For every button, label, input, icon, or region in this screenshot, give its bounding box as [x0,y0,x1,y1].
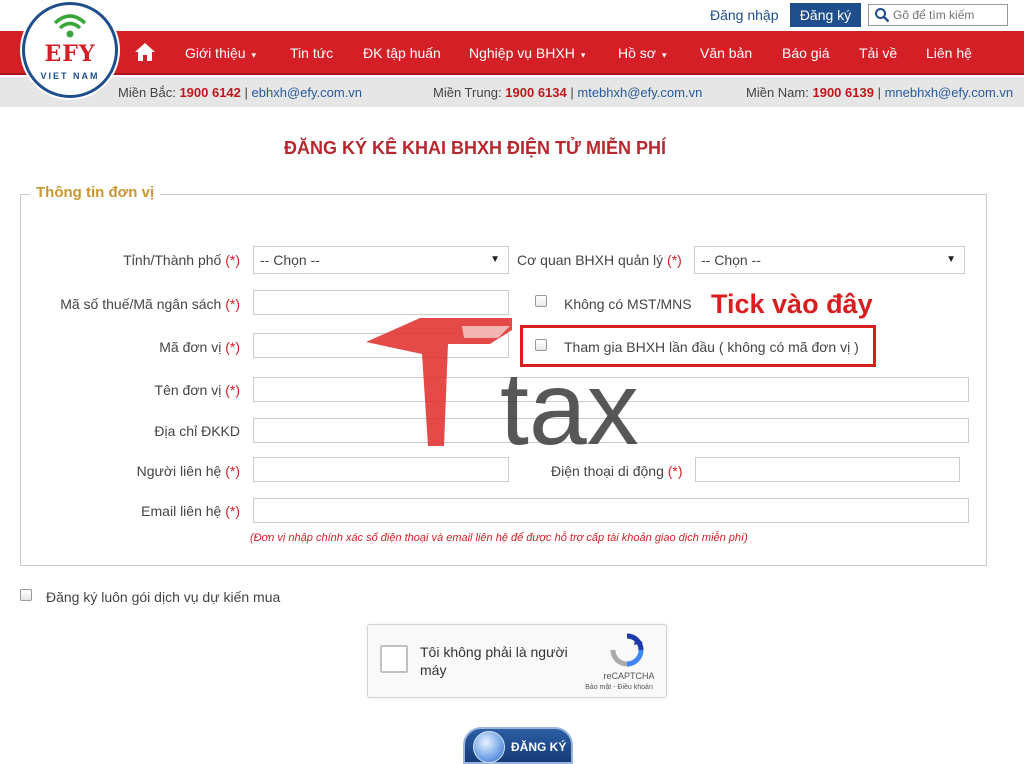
nav-bao-gia[interactable]: Báo giá [782,31,829,75]
address-input[interactable] [253,418,969,443]
province-select[interactable]: -- Chọn -- ▼ [253,246,509,274]
mobile-label: Điện thoại di động (*) [551,463,683,479]
hotline-bar: Miền Bắc: 1900 6142 | ebhxh@efy.com.vn M… [0,77,1024,107]
recaptcha-logo-icon [610,633,644,667]
recaptcha-label: Tôi không phải là người máy [420,644,568,678]
login-link[interactable]: Đăng nhập [710,7,779,23]
email-label: Email liên hệ (*) [141,503,240,519]
first-time-checkbox[interactable] [535,339,547,351]
chevron-down-icon: ▾ [580,50,586,60]
efy-logo[interactable]: EFY VIET NAM [22,2,118,98]
nav-van-ban[interactable]: Văn bản [700,31,752,75]
unit-code-input[interactable] [253,333,509,358]
unit-name-label: Tên đơn vị (*) [154,382,240,398]
first-time-label: Tham gia BHXH lần đầu ( không có mã đơn … [564,339,859,355]
hotline-south: Miền Nam: 1900 6139 | mnebhxh@efy.com.vn [746,85,1014,100]
email-input[interactable] [253,498,969,523]
dropdown-arrow-icon: ▼ [490,254,500,265]
nav-gioi-thieu[interactable]: Giới thiệu ▾ [185,31,256,75]
agency-label: Cơ quan BHXH quản lý (*) [517,252,682,268]
chevron-down-icon: ▾ [251,50,257,60]
mobile-input[interactable] [695,457,960,482]
globe-icon [473,731,505,763]
contact-input[interactable] [253,457,509,482]
home-icon[interactable] [134,42,156,62]
contact-label: Người liên hệ (*) [136,463,240,479]
no-tax-label: Không có MST/MNS [564,296,692,312]
email-link[interactable]: ebhxh@efy.com.vn [252,85,363,100]
nav-tai-ve[interactable]: Tải về [859,31,897,75]
agency-select[interactable]: -- Chọn -- ▼ [694,246,965,274]
recaptcha-checkbox[interactable] [380,645,408,673]
search-box[interactable] [868,4,1008,26]
recaptcha-brand: reCAPTCHA [603,671,655,681]
nav-tin-tuc[interactable]: Tin tức [290,31,333,75]
unit-name-input[interactable] [253,377,969,402]
unit-code-label: Mã đơn vị (*) [159,339,240,355]
dropdown-arrow-icon: ▼ [946,254,956,265]
submit-button[interactable]: ĐĂNG KÝ [463,727,573,764]
main-nav: Giới thiệu ▾ Tin tức ĐK tập huấn Nghiệp v… [0,31,1024,75]
nav-lien-he[interactable]: Liên hệ [926,31,972,75]
service-label: Đăng ký luôn gói dịch vụ dự kiến mua [46,589,281,605]
chevron-down-icon: ▾ [661,50,667,60]
province-label: Tỉnh/Thành phố (*) [123,252,240,268]
service-checkbox[interactable] [20,589,32,601]
email-link[interactable]: mnebhxh@efy.com.vn [885,85,1014,100]
register-button[interactable]: Đăng ký [790,3,861,27]
wifi-icon [53,14,87,38]
no-tax-checkbox[interactable] [535,295,547,307]
search-input[interactable] [893,6,1005,24]
form-note: (Đơn vị nhập chính xác số điện thoại và … [250,532,748,544]
hotline-north: Miền Bắc: 1900 6142 | ebhxh@efy.com.vn [118,85,363,100]
nav-ho-so[interactable]: Hồ sơ ▾ [618,31,667,75]
hotline-central: Miền Trung: 1900 6134 | mtebhxh@efy.com.… [433,85,703,100]
address-label: Địa chỉ ĐKKD [154,423,240,439]
nav-dk-tap-huan[interactable]: ĐK tập huấn [363,31,441,75]
email-link[interactable]: mtebhxh@efy.com.vn [577,85,702,100]
recaptcha-widget: Tôi không phải là người máy reCAPTCHA Bả… [367,624,667,698]
recaptcha-links[interactable]: Bảo mật - Điều khoản [574,684,664,691]
tax-code-input[interactable] [253,290,509,315]
tick-here-annotation: Tick vào đây [711,289,873,319]
top-bar: Đăng nhập Đăng ký [0,0,1024,31]
page-title: ĐĂNG KÝ KÊ KHAI BHXH ĐIỆN TỬ MIỄN PHÍ [284,138,666,158]
nav-nghiep-vu-bhxh[interactable]: Nghiệp vụ BHXH ▾ [469,31,585,75]
tax-code-label: Mã số thuế/Mã ngân sách (*) [60,296,240,312]
fieldset-legend: Thông tin đơn vị [30,184,161,201]
search-icon[interactable] [874,7,890,23]
